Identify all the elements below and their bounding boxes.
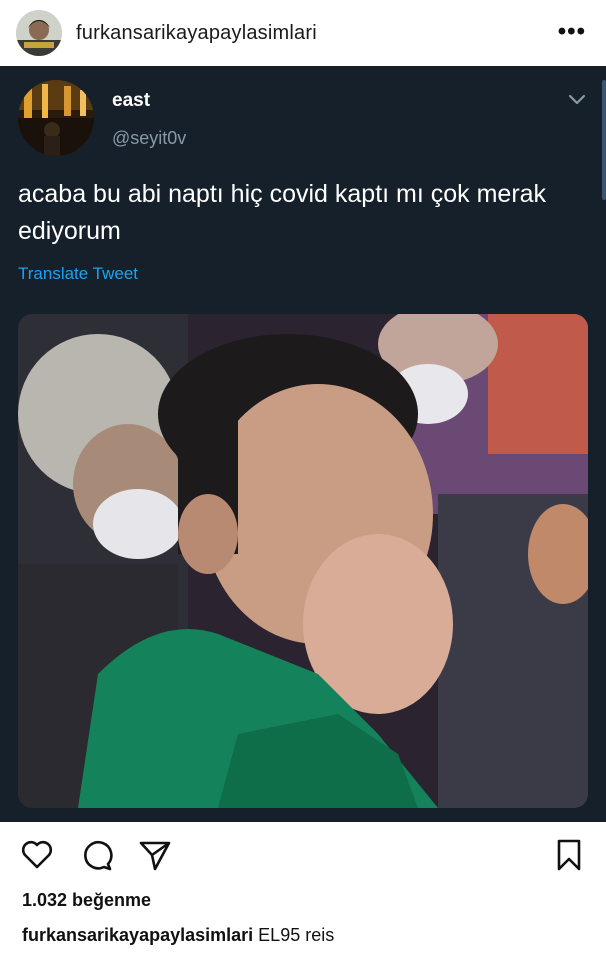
scrollbar: [602, 80, 606, 200]
post-caption: furkansarikayapaylasimlari EL95 reis: [22, 925, 334, 946]
translate-tweet-link: Translate Tweet: [18, 264, 139, 283]
bookmark-icon[interactable]: [552, 838, 586, 872]
more-options-icon[interactable]: •••: [558, 18, 586, 46]
caption-username[interactable]: furkansarikayapaylasimlari: [22, 925, 253, 945]
heart-icon[interactable]: [20, 838, 54, 872]
post-actions: [0, 822, 606, 886]
tweet-avatar: [18, 80, 94, 156]
chevron-down-icon: [568, 94, 586, 105]
tweet-text: acaba bu abi naptı hiç covid kaptı mı ço…: [18, 180, 547, 245]
caption-text: EL95 reis: [258, 925, 335, 945]
tweet-photo: [18, 314, 588, 808]
post-username[interactable]: furkansarikayapaylasimlari: [76, 22, 317, 45]
send-icon[interactable]: [138, 838, 172, 872]
post-header: furkansarikayapaylasimlari •••: [0, 0, 606, 66]
tweet-screenshot: east @seyit0v acaba bu abi naptı hiç cov…: [0, 66, 606, 822]
likes-count[interactable]: 1.032 beğenme: [22, 890, 151, 911]
tweet-handle: @seyit0v: [112, 128, 187, 148]
comment-icon[interactable]: [80, 838, 114, 872]
profile-avatar[interactable]: [16, 10, 62, 56]
tweet-display-name: east: [112, 90, 151, 111]
